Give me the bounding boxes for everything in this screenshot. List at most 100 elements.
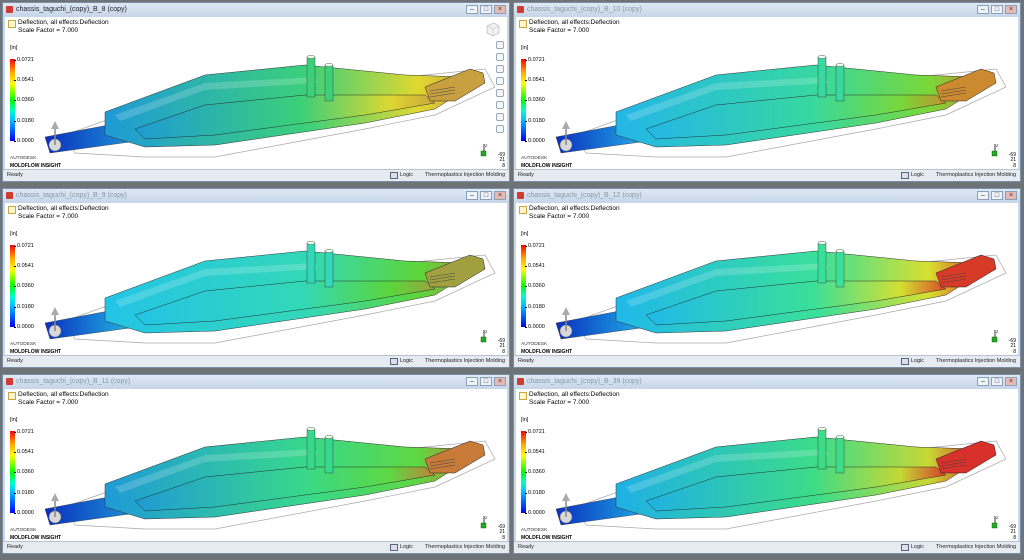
window-titlebar[interactable]: chassis_taguchi_(copy)_B_12 (copy) – □ × — [514, 189, 1020, 203]
result-name: Deflection, all effects:Deflection — [529, 19, 620, 26]
minimize-button[interactable]: – — [466, 5, 478, 14]
orbit-icon[interactable] — [496, 41, 504, 49]
svg-text:Z: Z — [485, 515, 488, 520]
plot-properties-icon[interactable] — [8, 392, 16, 400]
result-window-6[interactable]: chassis_taguchi_(copy)_B_39 (copy) – □ × — [513, 374, 1021, 554]
status-units[interactable]: Logic — [900, 170, 924, 181]
plot-properties-icon[interactable] — [519, 392, 527, 400]
maximize-button[interactable]: □ — [991, 377, 1003, 386]
result-window-2[interactable]: chassis_taguchi_(copy)_B_10 (copy) – □ × — [513, 2, 1021, 182]
axis-triad-icon: Z — [480, 515, 488, 529]
legend-tick: 0.0541 — [14, 263, 34, 269]
legend-tick: 0.0360 — [525, 469, 545, 475]
plot-properties-icon[interactable] — [519, 20, 527, 28]
part-model[interactable] — [516, 389, 1018, 542]
status-units[interactable]: Logic — [389, 170, 413, 181]
result-window-4[interactable]: chassis_taguchi_(copy)_B_12 (copy) – □ × — [513, 188, 1021, 368]
part-model[interactable] — [5, 389, 507, 542]
close-button[interactable]: × — [1005, 377, 1017, 386]
viewcube-icon[interactable] — [485, 21, 501, 37]
fit-icon[interactable] — [496, 89, 504, 97]
legend-unit: [in] — [521, 417, 529, 423]
view-rotation: -69 21 8 — [498, 152, 505, 170]
part-model[interactable] — [5, 203, 507, 356]
legend-tick: 0.0541 — [525, 263, 545, 269]
window-titlebar[interactable]: chassis_taguchi_(copy)_B_39 (copy) – □ × — [514, 375, 1020, 389]
axis-triad-icon: Z — [480, 143, 488, 157]
result-title: Deflection, all effects:Deflection Scale… — [18, 205, 109, 221]
home-icon[interactable] — [496, 125, 504, 133]
result-name: Deflection, all effects:Deflection — [18, 19, 109, 26]
close-button[interactable]: × — [1005, 5, 1017, 14]
units-label: Logic — [399, 358, 413, 364]
plot-properties-icon[interactable] — [519, 206, 527, 214]
minimize-button[interactable]: – — [466, 377, 478, 386]
layers-icon[interactable] — [496, 113, 504, 121]
legend-tick: 0.0180 — [14, 490, 34, 496]
result-window-5[interactable]: chassis_taguchi_(copy)_B_11 (copy) – □ × — [2, 374, 510, 554]
moldflow-app-icon — [517, 378, 524, 385]
part-model[interactable] — [516, 17, 1018, 170]
part-model[interactable] — [5, 17, 507, 170]
units-label: Logic — [910, 172, 924, 178]
status-bar: Ready Logic Thermoplastics Injection Mol… — [514, 355, 1020, 367]
plot-properties-icon[interactable] — [8, 206, 16, 214]
result-window-3[interactable]: chassis_taguchi_(copy)_B_9 (copy) – □ × — [2, 188, 510, 368]
zoom-window-icon[interactable] — [496, 77, 504, 85]
legend-tick: 0.0721 — [525, 243, 545, 249]
result-window-1[interactable]: chassis_taguchi_(copy)_B_8 (copy) – □ × — [2, 2, 510, 182]
status-units[interactable]: Logic — [389, 356, 413, 367]
legend-tick: 0.0000 — [14, 138, 34, 144]
model-viewport[interactable]: Deflection, all effects:Deflection Scale… — [5, 17, 507, 170]
status-ready: Ready — [518, 544, 534, 550]
minimize-button[interactable]: – — [977, 377, 989, 386]
window-titlebar[interactable]: chassis_taguchi_(copy)_B_11 (copy) – □ × — [3, 375, 509, 389]
legend-tick: 0.0721 — [14, 243, 34, 249]
moldflow-app-icon — [6, 192, 13, 199]
maximize-button[interactable]: □ — [480, 191, 492, 200]
minimize-button[interactable]: – — [977, 191, 989, 200]
status-molding-process: Thermoplastics Injection Molding — [935, 172, 1016, 178]
status-bar: Ready Logic Thermoplastics Injection Mol… — [3, 355, 509, 367]
legend-tick: 0.0721 — [525, 57, 545, 63]
maximize-button[interactable]: □ — [991, 5, 1003, 14]
legend-tick: 0.0721 — [14, 57, 34, 63]
svg-text:Z: Z — [485, 143, 488, 148]
model-viewport[interactable]: Deflection, all effects:Deflection Scale… — [5, 203, 507, 356]
legend-tick: 0.0000 — [525, 324, 545, 330]
axis-triad-icon: Z — [991, 143, 999, 157]
legend-tick: 0.0000 — [14, 324, 34, 330]
status-bar: Ready Logic Thermoplastics Injection Mol… — [514, 541, 1020, 553]
scale-factor: Scale Factor = 7.000 — [529, 27, 590, 34]
units-icon — [389, 358, 398, 365]
status-molding-process: Thermoplastics Injection Molding — [424, 358, 505, 364]
model-viewport[interactable]: Deflection, all effects:Deflection Scale… — [5, 389, 507, 542]
close-button[interactable]: × — [1005, 191, 1017, 200]
plot-properties-icon[interactable] — [8, 20, 16, 28]
maximize-button[interactable]: □ — [991, 191, 1003, 200]
model-viewport[interactable]: Deflection, all effects:Deflection Scale… — [516, 389, 1018, 542]
status-units[interactable]: Logic — [900, 542, 924, 553]
status-units[interactable]: Logic — [389, 542, 413, 553]
close-button[interactable]: × — [494, 191, 506, 200]
legend-tick: 0.0541 — [14, 449, 34, 455]
model-viewport[interactable]: Deflection, all effects:Deflection Scale… — [516, 203, 1018, 356]
minimize-button[interactable]: – — [466, 191, 478, 200]
pan-icon[interactable] — [496, 53, 504, 61]
status-units[interactable]: Logic — [900, 356, 924, 367]
close-button[interactable]: × — [494, 377, 506, 386]
zoom-icon[interactable] — [496, 65, 504, 73]
window-titlebar[interactable]: chassis_taguchi_(copy)_B_8 (copy) – □ × — [3, 3, 509, 17]
section-icon[interactable] — [496, 101, 504, 109]
legend-tick: 0.0721 — [525, 429, 545, 435]
maximize-button[interactable]: □ — [480, 5, 492, 14]
status-ready: Ready — [7, 544, 23, 550]
minimize-button[interactable]: – — [977, 5, 989, 14]
model-viewport[interactable]: Deflection, all effects:Deflection Scale… — [516, 17, 1018, 170]
scale-factor: Scale Factor = 7.000 — [18, 27, 79, 34]
part-model[interactable] — [516, 203, 1018, 356]
maximize-button[interactable]: □ — [480, 377, 492, 386]
window-titlebar[interactable]: chassis_taguchi_(copy)_B_10 (copy) – □ × — [514, 3, 1020, 17]
window-titlebar[interactable]: chassis_taguchi_(copy)_B_9 (copy) – □ × — [3, 189, 509, 203]
close-button[interactable]: × — [494, 5, 506, 14]
